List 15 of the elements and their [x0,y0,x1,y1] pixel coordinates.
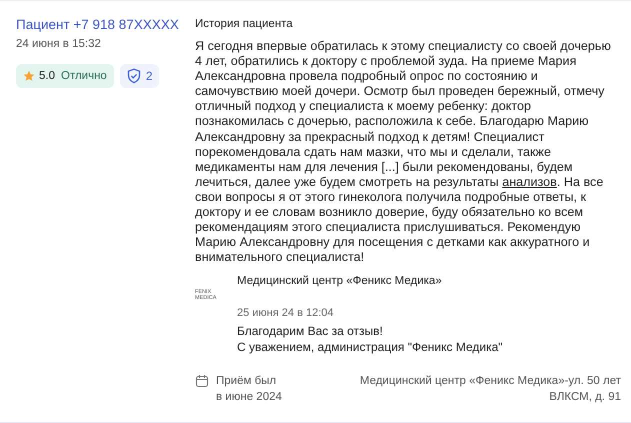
review-text: Я сегодня впервые обратилась к этому специалисту со своей дочерью 4 лет, обратились к доктору с проблемой зуда. На приеме Мария Александровна провела подробный опрос по состоянию и самочувствию моей дочери. Осмотр был проведен бережный, отмечу отличный подход у специалиста к моему ребенку: доктор познакомилась с дочерью, расположила к себе. Благодарю Марию Александровну за прекрасный подход к детям! Специалист порекомендовала сдать нам мазки, что мы и сделали, также медикаменты нам для лечения [...] были рекомендованы, будем лечиться, далее уже будем смотреть на результаты анализов. На все свои вопросы я от этого гинеколога получила подробные ответы, к доктору и ее словам возникло доверие, буду обязательно ко всем рекомендациям этого специалиста прислушиваться. Рекомендую Марию Александровну для посещения с детками как аккуратного и внимательного специалиста! [195,39,612,266]
star-icon [23,70,35,82]
clinic-address: Медицинский центр «Феникс Медика»-ул. 50 лет ВЛКСМ, д. 91 [358,374,621,406]
calendar-icon [195,374,209,388]
reply-text: Благодарим Вас за отзыв! С уважением, администрация "Феникс Медика" [237,323,504,356]
clinic-name: Медицинский центр «Феникс Медика» [237,275,443,288]
verified-badge: 2 [120,64,159,88]
author-link[interactable]: Пациент +7 918 87XXXXX [16,17,179,32]
visit-date: Приём был в июне 2024 [216,374,282,406]
section-heading: История пациента [195,18,294,30]
review-date: 24 июня в 15:32 [16,38,102,50]
shield-check-icon [126,68,142,84]
rating-badge: 5.0 Отлично [16,64,114,88]
reply-date: 25 июня 24 в 12:04 [237,307,334,320]
analyses-link[interactable]: анализов [502,174,557,189]
